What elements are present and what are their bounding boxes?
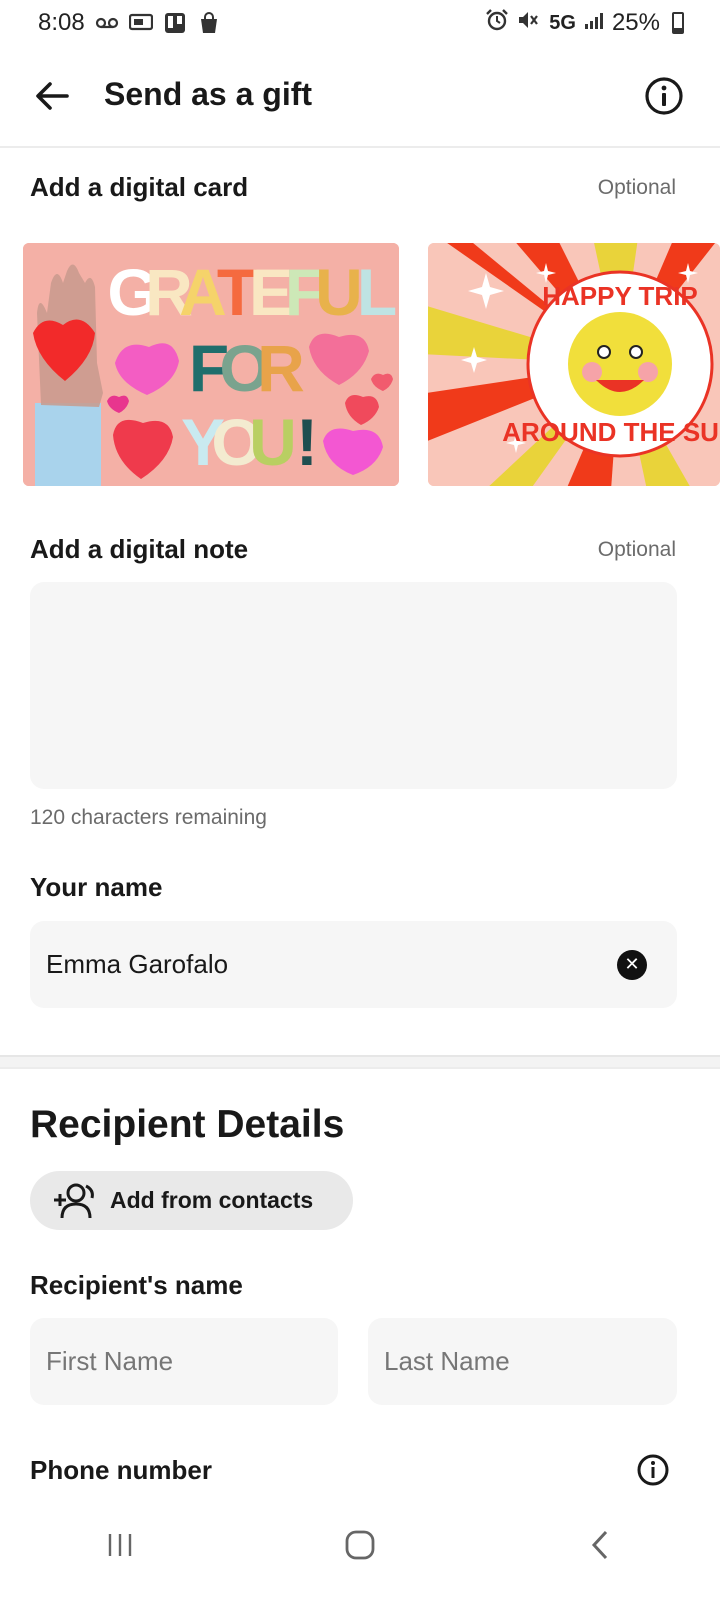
- last-name-input[interactable]: [384, 1346, 661, 1377]
- network-label: 5G: [549, 11, 576, 34]
- alarm-icon: [485, 8, 509, 38]
- svg-text:HAPPY TRIP: HAPPY TRIP: [542, 281, 698, 311]
- your-name-field: ✕: [30, 921, 677, 1008]
- recipient-name-label: Recipient's name: [30, 1270, 243, 1300]
- digital-note-input[interactable]: [30, 582, 677, 789]
- system-back-icon[interactable]: [570, 1515, 630, 1575]
- svg-text:U: U: [249, 405, 297, 479]
- section-divider: [0, 1055, 720, 1069]
- your-name-label: Your name: [30, 872, 163, 902]
- digital-note-optional: Optional: [597, 538, 676, 561]
- arrow-left-icon[interactable]: [30, 74, 74, 118]
- phone-info-icon[interactable]: [636, 1453, 670, 1487]
- first-name-input[interactable]: [46, 1346, 322, 1377]
- your-name-input[interactable]: [46, 949, 617, 980]
- mute-icon: [517, 9, 541, 38]
- voicemail-icon: [95, 12, 119, 34]
- recipient-details-title: Recipient Details: [30, 1103, 345, 1146]
- svg-text:!: !: [296, 405, 318, 479]
- signal-icon: [584, 9, 604, 37]
- info-icon[interactable]: [644, 76, 684, 116]
- top-app-bar: Send as a gift: [0, 48, 720, 148]
- screencast-icon: [128, 12, 153, 34]
- home-icon[interactable]: [330, 1515, 390, 1575]
- chars-remaining-text: 120 characters remaining: [30, 806, 267, 829]
- svg-text:AROUND THE SUN: AROUND THE SUN: [502, 417, 720, 447]
- gift-card-grateful[interactable]: G R A T E F U L F O R Y O U !: [23, 243, 399, 486]
- digital-card-title: Add a digital card: [30, 172, 249, 202]
- battery-icon: [672, 12, 684, 34]
- battery-percent: 25%: [611, 9, 660, 36]
- sleeve-shape: [35, 403, 101, 486]
- status-time: 8:08: [38, 9, 85, 36]
- svg-text:R: R: [257, 331, 305, 405]
- bag-icon: [197, 12, 221, 34]
- digital-note-title: Add a digital note: [30, 534, 249, 564]
- add-from-contacts-label: Add from contacts: [110, 1187, 314, 1213]
- svg-text:U: U: [315, 255, 363, 329]
- status-bar: 8:08 5G 25%: [0, 0, 720, 46]
- phone-number-label: Phone number: [30, 1455, 213, 1485]
- page-title: Send as a gift: [104, 76, 313, 112]
- first-name-field: [30, 1318, 338, 1405]
- svg-text:L: L: [357, 255, 397, 329]
- digital-card-optional: Optional: [597, 176, 676, 199]
- system-nav-bar: [0, 1490, 720, 1600]
- add-from-contacts-button[interactable]: Add from contacts: [30, 1171, 353, 1230]
- clear-icon[interactable]: ✕: [617, 949, 647, 980]
- recent-apps-icon[interactable]: [90, 1515, 150, 1575]
- trello-icon: [163, 12, 187, 34]
- last-name-field: [368, 1318, 677, 1405]
- gift-card-happy-trip[interactable]: HAPPY TRIP AROUND THE SUN: [428, 243, 720, 486]
- add-contacts-icon: [50, 1182, 96, 1220]
